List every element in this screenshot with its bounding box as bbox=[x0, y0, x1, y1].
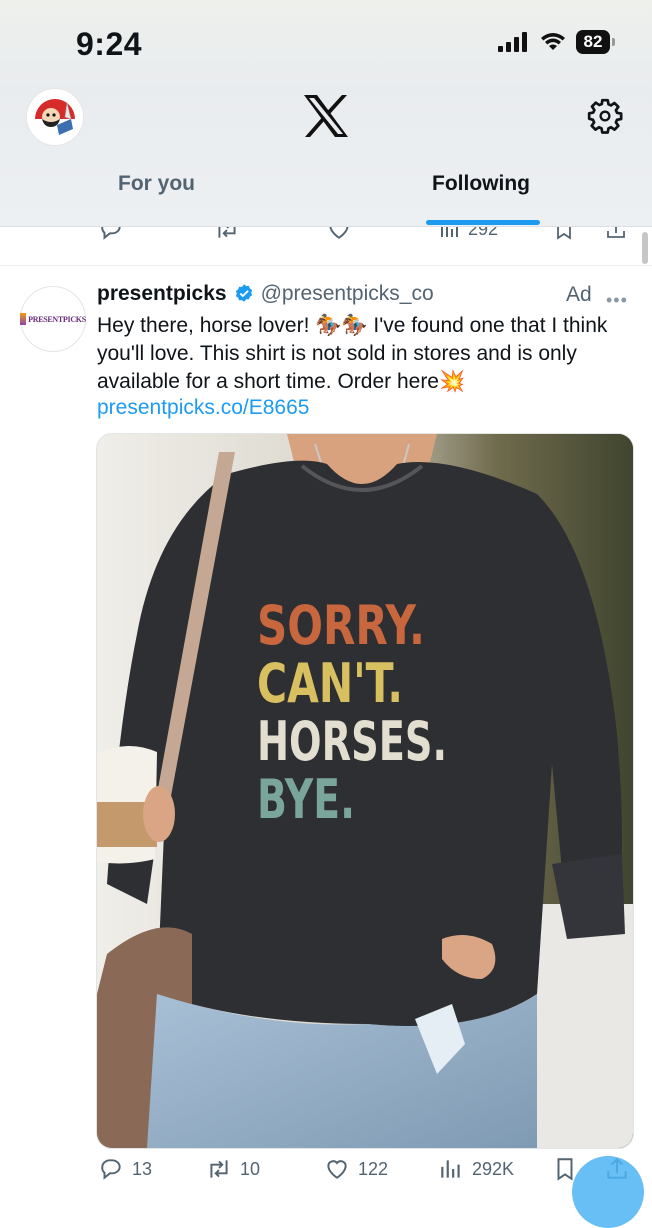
repost-icon bbox=[218, 226, 236, 238]
shirt-line-1: SORRY. bbox=[257, 594, 425, 657]
user-avatar-image bbox=[27, 89, 83, 145]
reply-icon bbox=[101, 226, 121, 240]
shirt-line-4: BYE. bbox=[257, 768, 355, 831]
logo-mark bbox=[20, 313, 27, 325]
prev-repost-button[interactable] bbox=[214, 226, 240, 242]
repost-count: 10 bbox=[240, 1158, 261, 1179]
like-icon bbox=[329, 226, 349, 239]
advertiser-logo: PRESENTPICKS bbox=[20, 313, 86, 325]
product-photo: SORRY. CAN'T. HORSES. BYE. bbox=[97, 434, 633, 1148]
tweet-header: presentpicks @presentpicks_co bbox=[97, 282, 434, 306]
prev-views-button[interactable]: 292 bbox=[438, 226, 498, 242]
tweet-media-image[interactable]: SORRY. CAN'T. HORSES. BYE. bbox=[96, 433, 634, 1149]
shirt-line-3: HORSES. bbox=[257, 710, 447, 773]
battery-indicator: 82 bbox=[576, 30, 615, 54]
views-icon bbox=[441, 1160, 460, 1178]
ad-label: Ad bbox=[566, 283, 592, 306]
tab-for-you[interactable]: For you bbox=[118, 172, 195, 196]
user-avatar[interactable] bbox=[26, 88, 84, 146]
views-count: 292K bbox=[472, 1158, 515, 1179]
shirt-line-2: CAN'T. bbox=[257, 652, 403, 715]
more-options-icon[interactable]: ••• bbox=[606, 290, 628, 311]
user-handle[interactable]: @presentpicks_co bbox=[261, 282, 434, 306]
prev-bookmark-button[interactable] bbox=[552, 226, 576, 242]
top-header: 9:24 82 For you Following bbox=[0, 0, 652, 227]
x-logo-icon[interactable] bbox=[302, 94, 350, 138]
repost-button[interactable]: 10 bbox=[206, 1156, 260, 1182]
status-time: 9:24 bbox=[76, 26, 143, 62]
prev-like-button[interactable] bbox=[326, 226, 352, 242]
active-tab-indicator bbox=[426, 220, 540, 225]
share-icon bbox=[607, 226, 625, 238]
views-button[interactable]: 292K bbox=[438, 1156, 514, 1182]
views-icon bbox=[441, 226, 458, 237]
like-count: 122 bbox=[358, 1158, 389, 1179]
gear-icon[interactable] bbox=[586, 97, 624, 135]
prev-reply-button[interactable] bbox=[98, 226, 124, 242]
signal-icon bbox=[498, 32, 527, 52]
advertiser-avatar[interactable]: PRESENTPICKS bbox=[20, 286, 86, 352]
tab-following[interactable]: Following bbox=[432, 172, 530, 196]
reply-icon bbox=[101, 1159, 121, 1180]
repost-icon bbox=[210, 1160, 228, 1178]
tweet-actions: 13 10 122 292K bbox=[0, 1156, 652, 1192]
tweet-divider bbox=[0, 265, 652, 266]
previous-tweet-actions: 292 bbox=[0, 226, 652, 246]
reply-button[interactable]: 13 bbox=[98, 1156, 152, 1182]
prev-views-count: 292 bbox=[468, 226, 499, 239]
like-icon bbox=[327, 1160, 347, 1179]
prev-share-button[interactable] bbox=[604, 226, 628, 242]
like-button[interactable]: 122 bbox=[324, 1156, 388, 1182]
wifi-icon bbox=[541, 33, 565, 50]
display-name[interactable]: presentpicks bbox=[97, 282, 227, 306]
compose-post-button[interactable] bbox=[572, 1156, 644, 1228]
tweet-link[interactable]: presentpicks.co/E8665 bbox=[97, 396, 309, 420]
scrollbar[interactable] bbox=[642, 232, 648, 264]
verified-badge-icon bbox=[235, 284, 252, 302]
reply-count: 13 bbox=[132, 1158, 153, 1179]
status-icons: 82 bbox=[498, 30, 615, 54]
tweet-text: Hey there, horse lover! 🏇🏇 I've found on… bbox=[97, 314, 608, 393]
advertiser-logo-text: PRESENTPICKS bbox=[28, 314, 86, 324]
bookmark-icon bbox=[557, 226, 571, 240]
